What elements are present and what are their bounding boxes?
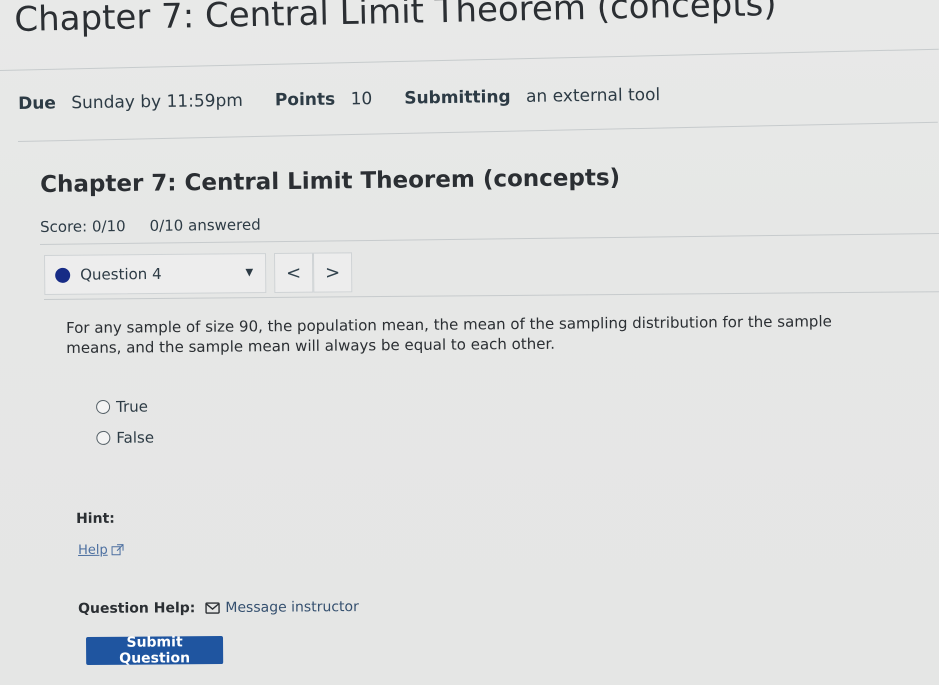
answer-false[interactable]: False — [96, 426, 154, 449]
chevron-right-icon: > — [325, 261, 341, 284]
help-link-label: Help — [78, 542, 108, 558]
message-instructor-link[interactable]: Message instructor — [205, 599, 359, 616]
previous-question-button[interactable]: < — [273, 252, 314, 293]
question-selector[interactable]: Question 4 ▼ — [44, 253, 267, 295]
answered-count: 0/10 answered — [149, 215, 261, 235]
false-radio[interactable] — [96, 430, 111, 445]
quiz-page: Chapter 7: Central Limit Theorem (concep… — [0, 0, 939, 685]
answer-false-label: False — [116, 428, 155, 447]
due-value: Sunday by 11:59pm — [71, 90, 244, 114]
filled-circle-icon — [55, 267, 71, 283]
next-question-button[interactable]: > — [312, 252, 353, 293]
points-value: 10 — [350, 89, 373, 110]
submitting-value: an external tool — [525, 85, 661, 107]
submitting-field: Submitting an external tool — [404, 85, 660, 109]
external-link-icon — [111, 544, 124, 556]
hint-label: Hint: — [76, 510, 115, 527]
caret-down-icon: ▼ — [245, 267, 254, 279]
help-link[interactable]: Help — [78, 543, 124, 558]
message-instructor-label: Message instructor — [225, 599, 359, 616]
score-text: Score: 0/10 — [40, 217, 126, 236]
points-field: Points 10 — [275, 89, 373, 110]
current-question-label: Question 4 — [80, 264, 162, 284]
submitting-label: Submitting — [404, 87, 511, 109]
mail-icon — [205, 602, 221, 614]
question-help: Question Help: Message instructor — [78, 599, 359, 617]
points-label: Points — [274, 89, 336, 111]
quiz-title: Chapter 7: Central Limit Theorem (concep… — [40, 164, 621, 198]
assignment-meta: Due Sunday by 11:59pm Points 10 Submitti… — [18, 85, 660, 114]
meta-divider — [17, 121, 938, 142]
question-navigation: Question 4 ▼ < > — [44, 252, 354, 297]
title-divider — [0, 48, 939, 71]
answer-true-label: True — [116, 397, 149, 416]
page-title: Chapter 7: Central Limit Theorem (concep… — [14, 0, 777, 40]
score-row: Score: 0/10 0/10 answered — [40, 216, 261, 236]
question-help-label: Question Help: — [78, 600, 196, 617]
question-prompt: For any sample of size 90, the populatio… — [66, 312, 832, 357]
score-divider — [39, 233, 939, 245]
chevron-left-icon: < — [286, 262, 302, 284]
answer-choices: True False — [96, 395, 154, 458]
submit-question-button[interactable]: Submit Question — [86, 634, 224, 667]
true-radio[interactable] — [96, 399, 111, 414]
due-label: Due — [18, 93, 57, 114]
due-field: Due Sunday by 11:59pm — [18, 91, 243, 114]
answer-true[interactable]: True — [96, 395, 154, 418]
